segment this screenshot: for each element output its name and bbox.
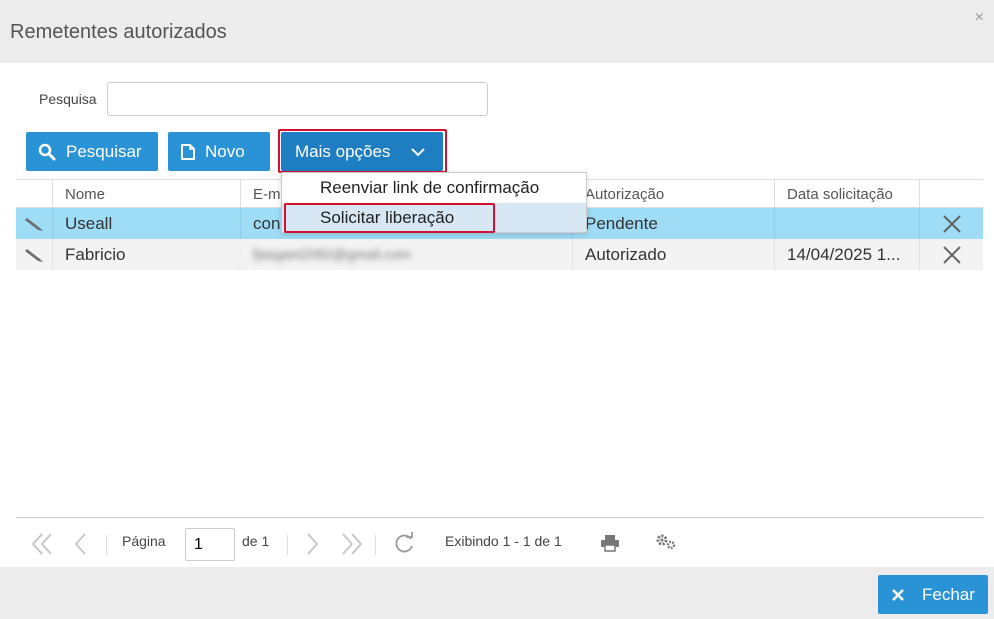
cell-nome: Fabricio xyxy=(52,239,240,270)
cell-data: 14/04/2025 1... xyxy=(774,239,919,270)
column-header-actions xyxy=(919,180,983,207)
novo-label: Novo xyxy=(205,141,245,161)
column-header-autorizacao[interactable]: Autorização xyxy=(572,180,774,207)
edit-cell[interactable] xyxy=(16,208,52,239)
pencil-icon xyxy=(25,248,43,262)
last-page-icon[interactable] xyxy=(340,531,364,557)
first-page-icon[interactable] xyxy=(30,531,54,557)
delete-icon xyxy=(942,245,961,264)
search-input[interactable] xyxy=(107,82,488,116)
pencil-icon xyxy=(25,217,43,231)
pesquisar-button[interactable]: Pesquisar xyxy=(26,132,158,171)
novo-button[interactable]: Novo xyxy=(168,132,270,171)
next-page-icon[interactable] xyxy=(304,531,320,557)
solicitar-liberacao-highlight xyxy=(284,203,495,233)
pager-separator xyxy=(106,535,107,555)
mais-opcoes-button[interactable]: Mais opções xyxy=(281,132,443,171)
page-of-label: de 1 xyxy=(242,533,270,549)
prev-page-icon[interactable] xyxy=(73,531,89,557)
cell-email: fjasgani2082@gmail.com xyxy=(240,239,572,270)
table-row[interactable]: Fabricio fjasgani2082@gmail.com Autoriza… xyxy=(16,239,983,270)
document-icon xyxy=(181,143,195,160)
dialog-close-icon[interactable]: × xyxy=(975,9,984,27)
display-count-label: Exibindo 1 - 1 de 1 xyxy=(445,533,562,549)
column-header-nome[interactable]: Nome xyxy=(52,180,240,207)
settings-icon[interactable] xyxy=(654,533,678,551)
chevron-down-icon xyxy=(411,147,426,156)
print-icon[interactable] xyxy=(600,534,620,552)
dialog-footer: Fechar xyxy=(0,567,994,619)
cell-data xyxy=(774,208,919,239)
page-label: Página xyxy=(122,533,166,549)
delete-cell[interactable] xyxy=(919,239,983,270)
cell-autorizacao: Pendente xyxy=(572,208,774,239)
page-number-input[interactable] xyxy=(185,528,235,561)
fechar-button[interactable]: Fechar xyxy=(878,575,988,614)
edit-cell[interactable] xyxy=(16,239,52,270)
close-icon xyxy=(892,588,904,601)
pager-separator xyxy=(375,535,376,555)
dialog-titlebar: Remetentes autorizados × xyxy=(0,0,994,63)
refresh-icon[interactable] xyxy=(392,531,416,557)
mais-opcoes-label: Mais opções xyxy=(295,141,391,161)
search-label: Pesquisa xyxy=(39,91,97,107)
search-icon xyxy=(38,143,56,160)
dialog-title: Remetentes autorizados xyxy=(10,21,227,43)
delete-cell[interactable] xyxy=(919,208,983,239)
pager-separator xyxy=(287,535,288,555)
pesquisar-label: Pesquisar xyxy=(66,141,142,161)
menu-item-reenviar-link[interactable]: Reenviar link de confirmação xyxy=(282,173,586,202)
cell-nome: Useall xyxy=(52,208,240,239)
column-header-data[interactable]: Data solicitação xyxy=(774,180,919,207)
mais-opcoes-dropdown: Reenviar link de confirmação Solicitar l… xyxy=(281,172,587,233)
fechar-label: Fechar xyxy=(922,584,975,604)
pager-bar: Página de 1 Exibindo 1 - 1 de 1 xyxy=(16,517,983,567)
delete-icon xyxy=(942,214,961,233)
cell-autorizacao: Autorizado xyxy=(572,239,774,270)
